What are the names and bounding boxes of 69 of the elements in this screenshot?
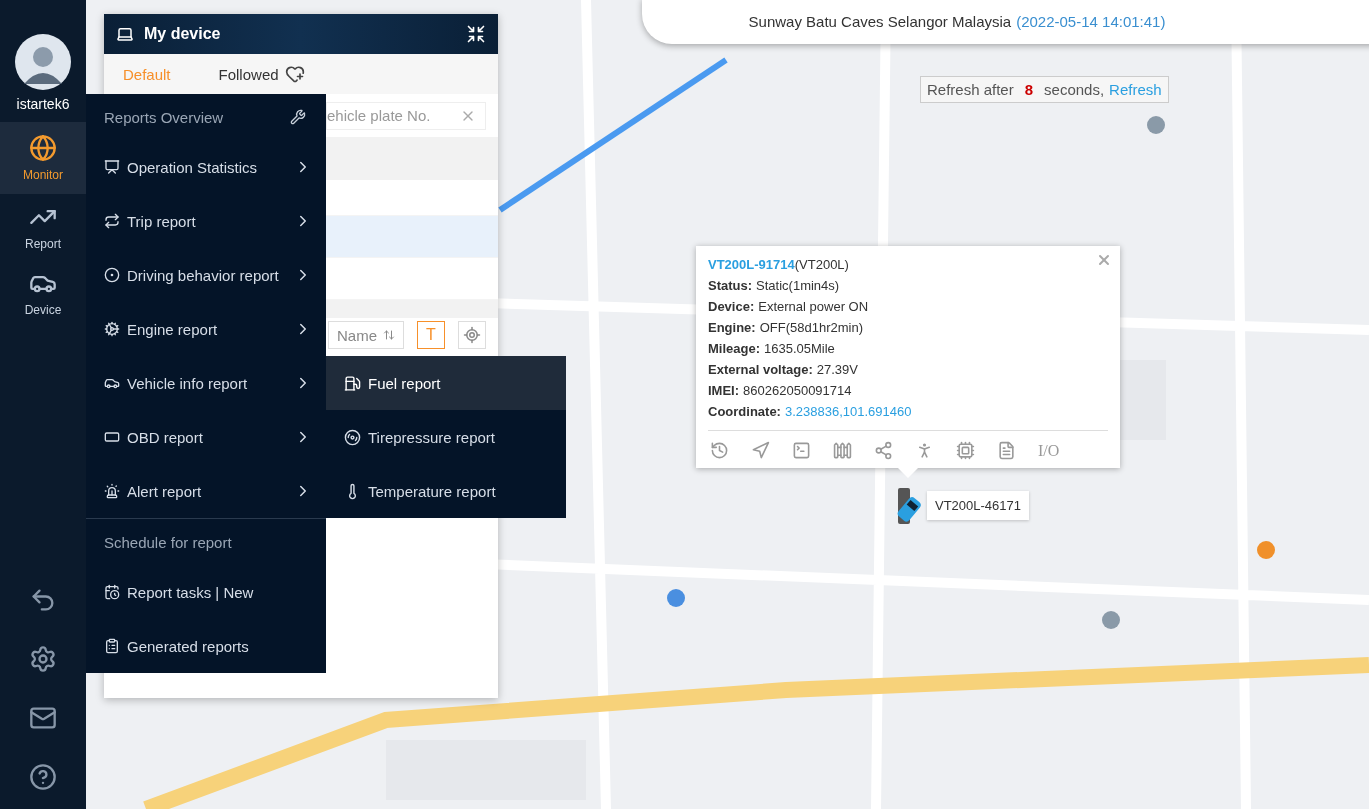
marker-label: VT200L-46171	[927, 491, 1029, 520]
heart-plus-icon[interactable]	[284, 64, 305, 84]
wrench-icon[interactable]	[290, 109, 306, 125]
navigation-icon[interactable]	[751, 441, 770, 460]
locate-button[interactable]	[458, 321, 486, 349]
cog-icon	[104, 321, 120, 337]
close-icon[interactable]	[1096, 252, 1112, 268]
field-value: External power ON	[758, 299, 869, 314]
menu-item[interactable]: Engine report	[86, 302, 326, 356]
calendar-clock-icon	[104, 584, 120, 600]
menu-item[interactable]: Generated reports	[86, 619, 326, 673]
clipboard-icon	[104, 638, 120, 654]
rectangle-icon	[104, 429, 120, 445]
field-label: Coordinate:	[708, 404, 781, 419]
menu-item[interactable]: Operation Statistics	[86, 140, 326, 194]
nav-item[interactable]: Monitor	[0, 122, 86, 194]
replay-icon[interactable]	[710, 441, 729, 460]
search-field[interactable]: ehicle plate No.	[326, 101, 486, 130]
share-icon[interactable]	[874, 441, 893, 460]
timestamp: (2022-05-14 14:01:41)	[1016, 12, 1166, 30]
submenu-item[interactable]: Fuel report	[326, 356, 566, 410]
nav-item[interactable]: Report	[0, 194, 86, 260]
field-label: Status:	[708, 278, 753, 293]
field-label: Device:	[708, 299, 755, 314]
terminal-icon[interactable]	[792, 441, 811, 460]
sort-icon	[383, 328, 395, 342]
field-value: 27.39V	[816, 362, 858, 377]
sort-button[interactable]: Name	[328, 321, 404, 349]
field-value: OFF(58d1hr2min)	[759, 320, 863, 335]
laptop-icon	[116, 25, 134, 43]
chip-icon[interactable]	[956, 441, 975, 460]
document-icon[interactable]	[997, 441, 1016, 460]
locate-icon	[463, 326, 481, 344]
section-title: Reports Overview	[104, 108, 225, 126]
nav-item[interactable]: Device	[0, 260, 86, 326]
menu-item[interactable]: Vehicle info report	[86, 356, 326, 410]
submenu-item[interactable]: Tirepressure report	[326, 410, 566, 464]
fuel-pump-icon	[344, 374, 361, 392]
repeat-icon	[104, 213, 120, 229]
field-label: Engine:	[708, 320, 756, 335]
collapse-icon[interactable]	[466, 24, 486, 44]
device-model: (VT200L)	[794, 257, 849, 272]
menu-item[interactable]: Driving behavior report	[86, 248, 326, 302]
field-value: 860262050091714	[743, 383, 852, 398]
panel-title: My device	[144, 25, 222, 43]
field-value: Static(1min4s)	[756, 278, 840, 293]
tab[interactable]: Followed	[218, 65, 279, 83]
user-name: istartek6	[16, 96, 70, 112]
field-label: IMEI:	[708, 383, 740, 398]
submenu-item[interactable]: Temperature report	[326, 464, 566, 518]
section-title: Schedule for report	[104, 533, 233, 551]
refresh-text: Refresh after	[927, 81, 1014, 98]
field-label: External voltage:	[708, 362, 813, 377]
menu-item[interactable]: Alert report	[86, 464, 326, 518]
avatar[interactable]	[15, 34, 71, 90]
countdown: 8	[1023, 81, 1035, 98]
presentation-icon	[104, 159, 120, 175]
address-text: Sunway Batu Caves Selangor Malaysia	[748, 12, 1012, 30]
siren-icon	[104, 483, 120, 499]
menu-item[interactable]: Trip report	[86, 194, 326, 248]
settings-icon[interactable]	[29, 645, 57, 673]
menu-item[interactable]: Report tasks | New	[86, 565, 326, 619]
refresh-text: seconds,	[1044, 81, 1105, 98]
help-icon[interactable]	[29, 763, 57, 791]
menu-item[interactable]: OBD report	[86, 410, 326, 464]
fence-icon[interactable]	[833, 441, 852, 460]
globe-icon	[29, 134, 57, 162]
field-value: 1635.05Mile	[764, 341, 835, 356]
field-label: Mileage:	[708, 341, 760, 356]
